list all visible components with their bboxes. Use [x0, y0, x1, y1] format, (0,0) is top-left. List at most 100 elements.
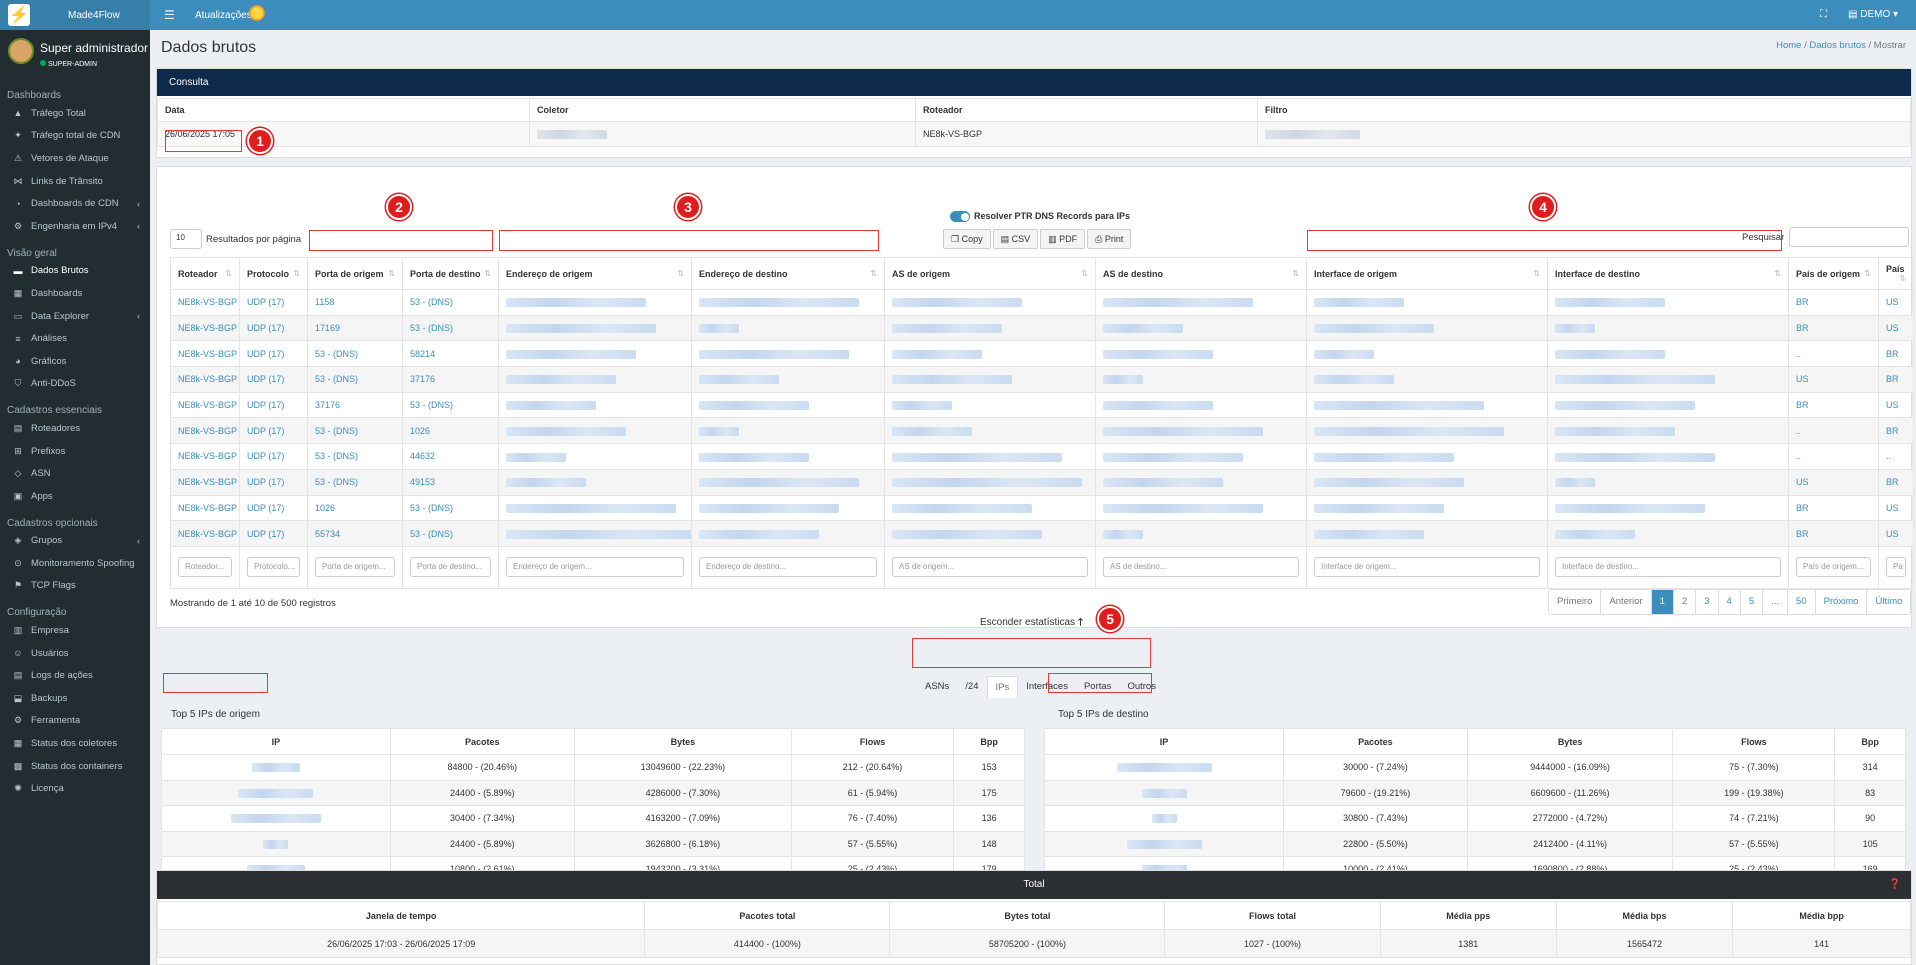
cell-router[interactable]: NE8k-VS-BGP	[170, 314, 240, 342]
cell-router[interactable]: NE8k-VS-BGP	[170, 391, 240, 419]
sidebar-item[interactable]: ⊞ Prefixos	[0, 440, 150, 463]
menu-toggle-icon[interactable]: ☰	[164, 8, 175, 22]
pagination-item[interactable]: Último	[1866, 590, 1911, 614]
cell-dest-country[interactable]: BR	[1878, 417, 1914, 445]
column-header[interactable]: País ⇅	[1878, 257, 1914, 290]
column-header[interactable]: Interface de destino ⇅	[1547, 257, 1789, 290]
pagination-item[interactable]: Anterior	[1600, 590, 1651, 614]
page-size-select[interactable]: 10	[170, 229, 202, 249]
column-header[interactable]: Porta de origem ⇅	[307, 257, 403, 290]
cell-dest-country[interactable]: US	[1878, 289, 1914, 316]
stats-tab[interactable]: ASNs	[917, 676, 957, 698]
cell-router[interactable]: NE8k-VS-BGP	[170, 340, 240, 368]
updates-link[interactable]: Atualizações	[195, 10, 252, 21]
sidebar-item[interactable]: ⬓ Backups	[0, 687, 150, 710]
column-header[interactable]: País de origem ⇅	[1788, 257, 1879, 290]
cell-dest-country[interactable]: US	[1878, 314, 1914, 342]
cell-source-port[interactable]: 53 - (DNS)	[307, 468, 403, 496]
search-input[interactable]	[1789, 227, 1910, 247]
copy-button[interactable]: ❐ Copy	[943, 229, 991, 249]
cell-router[interactable]: NE8k-VS-BGP	[170, 417, 240, 445]
cell-protocol[interactable]: UDP (17)	[239, 443, 308, 470]
pagination-item[interactable]: 1	[1650, 590, 1673, 614]
sidebar-item[interactable]: ◇ ASN	[0, 462, 150, 485]
cell-dest-country[interactable]: ..	[1878, 443, 1914, 470]
sidebar-item[interactable]: ⚙ Ferramenta	[0, 710, 150, 733]
cell-dest-port[interactable]: 44632	[402, 443, 499, 470]
column-filter-input[interactable]: Endereço de origem...	[506, 557, 684, 578]
cell-protocol[interactable]: UDP (17)	[239, 366, 308, 393]
cell-source-country[interactable]: ..	[1788, 443, 1879, 470]
sidebar-item[interactable]: ▭ Data Explorer ‹	[0, 305, 150, 328]
hide-stats-toggle[interactable]: Esconder estatísticas 🡑	[980, 615, 1083, 632]
sidebar-item[interactable]: ⊙ Monitoramento Spoofing	[0, 552, 150, 575]
stats-tab[interactable]: Interfaces	[1018, 676, 1076, 698]
cell-dest-port[interactable]: 37176	[402, 366, 499, 393]
column-filter-input[interactable]: Pa	[1886, 557, 1906, 578]
column-filter-input[interactable]: País de origem...	[1796, 557, 1871, 578]
cell-source-country[interactable]: ..	[1788, 417, 1879, 445]
sidebar-item[interactable]: ◕ Gráficos	[0, 350, 150, 373]
column-filter-input[interactable]: Roteador...	[178, 557, 232, 578]
csv-button[interactable]: ▤ CSV	[992, 229, 1039, 249]
sidebar-item[interactable]: ◔ Dashboards de CDN ‹	[0, 192, 150, 215]
cell-source-country[interactable]: BR	[1788, 289, 1879, 316]
sidebar-item[interactable]: ▤ Roteadores	[0, 417, 150, 440]
user-menu[interactable]: ▤ DEMO ▾	[1848, 9, 1898, 20]
cell-dest-port[interactable]: 1026	[402, 417, 499, 445]
cell-dest-country[interactable]: US	[1878, 520, 1914, 547]
cell-source-port[interactable]: 53 - (DNS)	[307, 366, 403, 393]
column-filter-input[interactable]: Interface de destino...	[1555, 557, 1781, 578]
column-header[interactable]: Endereço de origem ⇅	[498, 257, 692, 290]
cell-router[interactable]: NE8k-VS-BGP	[170, 289, 240, 316]
sidebar-item[interactable]: ◈ Grupos ‹	[0, 530, 150, 553]
sidebar-item[interactable]: ☺ Usuários	[0, 642, 150, 665]
breadcrumb-home[interactable]: Home	[1776, 40, 1801, 51]
cell-source-port[interactable]: 53 - (DNS)	[307, 417, 403, 445]
sidebar-item[interactable]: ▲ Tráfego Total	[0, 102, 150, 125]
column-header[interactable]: AS de destino ⇅	[1095, 257, 1307, 290]
column-filter-input[interactable]: Porta de origem...	[315, 557, 395, 578]
column-filter-input[interactable]: Endereço de destino...	[699, 557, 877, 578]
column-header[interactable]: Protocolo ⇅	[239, 257, 308, 290]
cell-source-port[interactable]: 53 - (DNS)	[307, 443, 403, 470]
cell-source-port[interactable]: 55734	[307, 520, 403, 547]
stats-tab[interactable]: /24	[957, 676, 986, 698]
sidebar-item[interactable]: ▤ Logs de ações	[0, 664, 150, 687]
column-filter-input[interactable]: AS de destino...	[1103, 557, 1299, 578]
cell-protocol[interactable]: UDP (17)	[239, 391, 308, 419]
cell-dest-port[interactable]: 49153	[402, 468, 499, 496]
cell-dest-country[interactable]: BR	[1878, 366, 1914, 393]
cell-router[interactable]: NE8k-VS-BGP	[170, 494, 240, 522]
column-filter-input[interactable]: Porta de destino...	[410, 557, 491, 578]
stats-tab[interactable]: IPs	[986, 676, 1019, 698]
pagination-item[interactable]: 3	[1695, 590, 1718, 614]
sidebar-item[interactable]: ✦ Tráfego total de CDN	[0, 125, 150, 148]
sidebar-item[interactable]: ▦ Dashboards	[0, 282, 150, 305]
cell-source-port[interactable]: 53 - (DNS)	[307, 340, 403, 368]
sidebar-item[interactable]: ⚠ Vetores de Ataque	[0, 147, 150, 170]
cell-source-port[interactable]: 17169	[307, 314, 403, 342]
cell-dest-port[interactable]: 53 - (DNS)	[402, 391, 499, 419]
column-header[interactable]: Porta de destino ⇅	[402, 257, 499, 290]
cell-dest-port[interactable]: 53 - (DNS)	[402, 289, 499, 316]
cell-router[interactable]: NE8k-VS-BGP	[170, 366, 240, 393]
pagination-item[interactable]: ...	[1762, 590, 1788, 614]
sidebar-item[interactable]: ✺ Licença	[0, 777, 150, 800]
cell-protocol[interactable]: UDP (17)	[239, 417, 308, 445]
cell-source-port[interactable]: 37176	[307, 391, 403, 419]
cell-dest-country[interactable]: BR	[1878, 340, 1914, 368]
cell-dest-country[interactable]: US	[1878, 494, 1914, 522]
column-header[interactable]: Roteador ⇅	[170, 257, 240, 290]
cell-dest-port[interactable]: 53 - (DNS)	[402, 494, 499, 522]
cell-dest-country[interactable]: US	[1878, 391, 1914, 419]
sidebar-item[interactable]: ⚙ Engenharia em IPv4 ‹	[0, 215, 150, 238]
cell-source-country[interactable]: BR	[1788, 314, 1879, 342]
sidebar-item[interactable]: ≡ Análises	[0, 327, 150, 350]
stats-tab[interactable]: Portas	[1076, 676, 1119, 698]
breadcrumb-raw-data[interactable]: Dados brutos	[1809, 40, 1866, 51]
column-header[interactable]: Endereço de destino ⇅	[691, 257, 885, 290]
cell-source-country[interactable]: US	[1788, 366, 1879, 393]
sidebar-item[interactable]: ▣ Apps	[0, 485, 150, 508]
cell-source-country[interactable]: US	[1788, 468, 1879, 496]
